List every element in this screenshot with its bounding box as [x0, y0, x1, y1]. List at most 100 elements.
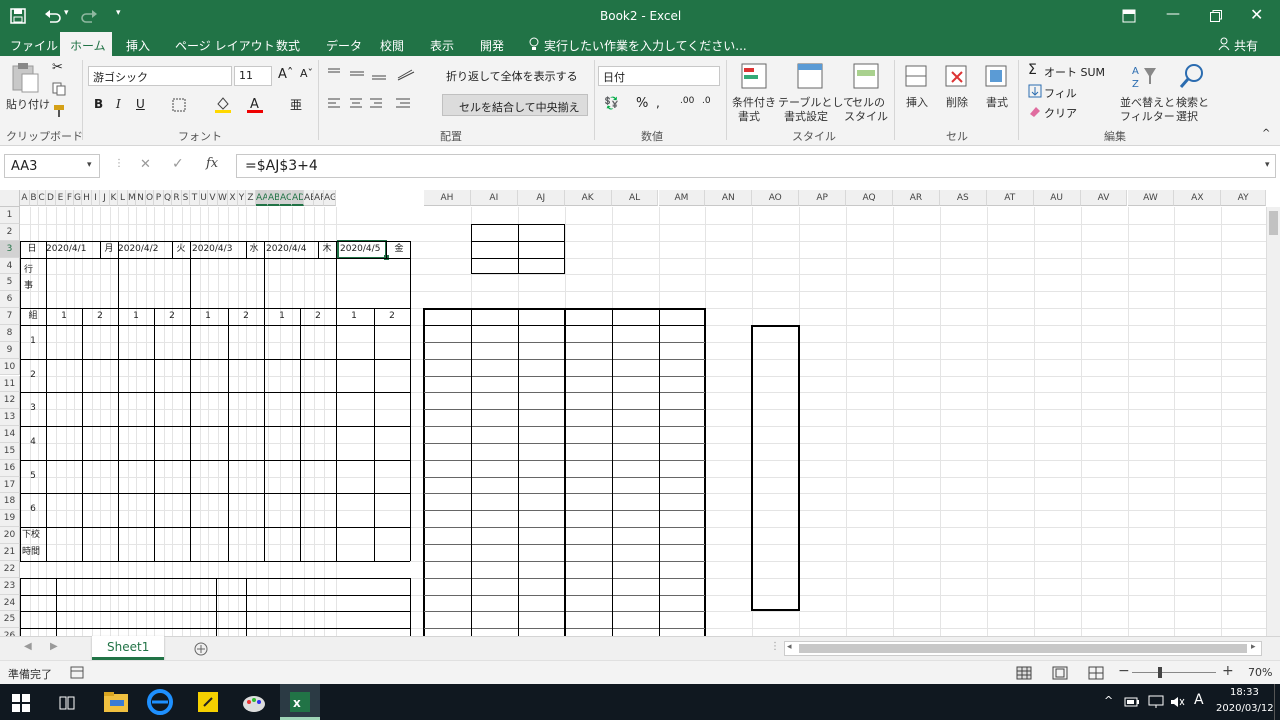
clock-date[interactable]: 2020/03/12	[1216, 703, 1274, 714]
undo-dropdown-icon[interactable]: ▾	[64, 8, 69, 18]
row-header[interactable]: 20	[0, 527, 20, 544]
column-header[interactable]: AX	[1174, 190, 1222, 206]
clear-icon[interactable]	[1028, 104, 1042, 118]
formula-input[interactable]: =$AJ$3+4 ▾	[236, 154, 1276, 178]
ime-indicator[interactable]: A	[1194, 692, 1204, 708]
column-header[interactable]: AV	[1080, 190, 1128, 206]
column-header[interactable]: AM	[658, 190, 706, 206]
cell-styles-label-2[interactable]: スタイル	[844, 108, 888, 124]
fill-icon[interactable]	[1028, 84, 1042, 98]
file-explorer-icon[interactable]	[102, 688, 130, 716]
clock-time[interactable]: 18:33	[1230, 687, 1259, 698]
tab-page-layout[interactable]: ページ レイアウト	[175, 37, 275, 54]
paste-button[interactable]: 貼り付け	[6, 96, 50, 112]
column-header[interactable]: AH	[424, 190, 471, 206]
row-header[interactable]: 25	[0, 611, 20, 629]
tab-home-active[interactable]: ホーム	[60, 32, 112, 56]
zoom-level[interactable]: 70%	[1248, 666, 1272, 679]
cancel-icon[interactable]: ✕	[140, 157, 151, 172]
column-header[interactable]: AG	[324, 190, 336, 206]
insert-function-icon[interactable]: fx	[206, 156, 218, 171]
column-header[interactable]: P	[154, 190, 164, 206]
minimize-icon[interactable]: —	[1166, 6, 1180, 22]
column-header[interactable]: AR	[893, 190, 940, 206]
delete-cells-icon[interactable]	[944, 62, 970, 90]
row-header[interactable]: 16	[0, 459, 20, 477]
cut-icon[interactable]: ✂	[52, 60, 63, 75]
column-header[interactable]: AS	[939, 190, 987, 206]
column-header[interactable]: K	[110, 190, 118, 206]
fill-color-icon[interactable]	[214, 94, 232, 114]
volume-icon[interactable]	[1170, 695, 1186, 709]
column-header[interactable]: D	[46, 190, 56, 206]
new-sheet-icon[interactable]	[194, 642, 208, 656]
horizontal-align-icons[interactable]	[326, 96, 416, 112]
bold-icon[interactable]: B	[94, 97, 103, 111]
font-size-combo[interactable]: 11	[234, 66, 272, 86]
column-header[interactable]: AQ	[846, 190, 893, 206]
prev-sheet-icon[interactable]: ◀	[24, 641, 32, 652]
row-header[interactable]: 7	[0, 308, 20, 325]
column-header[interactable]: AA	[256, 190, 268, 206]
font-name-combo[interactable]: 游ゴシック	[88, 66, 232, 86]
column-header[interactable]: AL	[611, 190, 659, 206]
row-header[interactable]: 4	[0, 257, 20, 275]
row-header[interactable]: 9	[0, 341, 20, 359]
column-header[interactable]: AO	[752, 190, 800, 206]
column-header[interactable]: W	[218, 190, 228, 206]
autosum-button[interactable]: オート SUM	[1044, 64, 1105, 80]
currency-format-icon[interactable]: 💱	[604, 96, 619, 110]
underline-icon[interactable]: U	[136, 97, 145, 111]
undo-icon[interactable]	[44, 8, 62, 24]
column-header[interactable]: X	[228, 190, 238, 206]
vertical-align-icons[interactable]	[326, 66, 426, 82]
column-header[interactable]: O	[146, 190, 154, 206]
row-header[interactable]: 12	[0, 392, 20, 410]
column-header[interactable]: A	[20, 190, 30, 206]
row-header[interactable]: 18	[0, 493, 20, 511]
column-header[interactable]: V	[208, 190, 218, 206]
expand-formula-icon[interactable]: ▾	[1265, 160, 1270, 170]
column-header[interactable]: L	[118, 190, 128, 206]
insert-cells-button[interactable]: 挿入	[906, 94, 928, 110]
column-header[interactable]: I	[92, 190, 100, 206]
show-desktop-button[interactable]	[1274, 684, 1275, 720]
insert-cells-icon[interactable]	[904, 62, 930, 90]
column-header[interactable]: R	[172, 190, 182, 206]
row-header[interactable]: 11	[0, 375, 20, 393]
column-header[interactable]: AT	[986, 190, 1034, 206]
enter-icon[interactable]: ✓	[172, 156, 184, 172]
zoom-slider-thumb[interactable]	[1158, 667, 1162, 678]
find-select-icon[interactable]	[1178, 62, 1206, 90]
increase-decimal-icon[interactable]: .00	[680, 96, 694, 106]
clear-button[interactable]: クリア	[1044, 105, 1077, 121]
battery-icon[interactable]	[1124, 695, 1140, 709]
delete-cells-button[interactable]: 削除	[946, 94, 968, 110]
vertical-scrollbar[interactable]	[1266, 207, 1280, 636]
column-header[interactable]: AF	[314, 190, 324, 206]
column-header[interactable]: AY	[1221, 190, 1266, 206]
paint-icon[interactable]	[240, 688, 268, 716]
column-header[interactable]: AI	[470, 190, 518, 206]
column-header[interactable]: AC	[280, 190, 292, 206]
copy-icon[interactable]	[52, 82, 66, 96]
tab-view[interactable]: 表示	[430, 37, 454, 54]
decrease-decimal-icon[interactable]: .0	[702, 96, 711, 106]
quick-access-customize-icon[interactable]: ▾	[116, 8, 121, 18]
horizontal-scroll-thumb[interactable]	[799, 644, 1247, 653]
name-box[interactable]: AA3 ▾	[4, 154, 100, 178]
format-cells-button[interactable]: 書式	[986, 94, 1008, 110]
decrease-font-icon[interactable]: Aˇ	[300, 67, 313, 80]
row-header[interactable]: 22	[0, 560, 20, 578]
tab-file[interactable]: ファイル	[10, 37, 58, 54]
row-header[interactable]: 21	[0, 544, 20, 561]
normal-view-icon[interactable]	[1016, 666, 1032, 680]
paste-icon[interactable]	[10, 62, 40, 94]
row-header[interactable]: 17	[0, 476, 20, 494]
column-header[interactable]: AW	[1127, 190, 1175, 206]
column-header[interactable]: J	[100, 190, 110, 206]
row-header[interactable]: 10	[0, 358, 20, 376]
ribbon-display-options-icon[interactable]	[1122, 9, 1136, 23]
windows-start-icon[interactable]	[12, 694, 30, 712]
merge-center-button[interactable]: セルを結合して中央揃え	[442, 94, 588, 116]
